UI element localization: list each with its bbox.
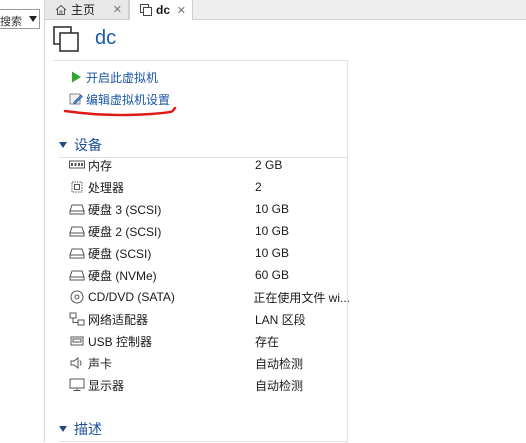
- edit-settings-icon: [69, 92, 83, 106]
- sound-card-icon: [69, 356, 85, 370]
- device-value: 存在: [255, 334, 280, 349]
- close-icon[interactable]: ✕: [177, 4, 186, 17]
- description-section-header[interactable]: 描述: [59, 419, 102, 439]
- device-name: 网络适配器: [88, 312, 149, 327]
- tab-home[interactable]: 主页 ✕: [45, 0, 129, 19]
- memory-icon: [69, 158, 85, 172]
- device-row-cpu[interactable]: 处理器 2: [69, 176, 349, 198]
- device-row-hard-disk-nvme[interactable]: 硬盘 (NVMe) 60 GB: [69, 264, 349, 286]
- red-annotation-underline: [63, 106, 177, 117]
- play-icon: [69, 70, 83, 84]
- device-row-display[interactable]: 显示器 自动检测: [69, 374, 349, 396]
- device-name: 硬盘 2 (SCSI): [88, 224, 162, 239]
- device-row-usb-controller[interactable]: USB 控制器 存在: [69, 330, 349, 352]
- collapse-chevron-icon[interactable]: [59, 142, 67, 148]
- device-name: 显示器: [88, 378, 125, 393]
- vm-icon: [53, 26, 79, 52]
- device-row-network-adapter[interactable]: 网络适配器 LAN 区段: [69, 308, 349, 330]
- panel-divider: [347, 60, 348, 442]
- usb-icon: [69, 334, 85, 348]
- device-row-memory[interactable]: 内存 2 GB: [69, 154, 349, 176]
- hard-disk-icon: [69, 268, 85, 282]
- device-value: LAN 区段: [255, 312, 306, 327]
- device-row-hard-disk-3[interactable]: 硬盘 3 (SCSI) 10 GB: [69, 198, 349, 220]
- tab-dc[interactable]: dc ✕: [129, 0, 193, 20]
- home-icon: [55, 4, 67, 16]
- device-name: USB 控制器: [88, 334, 153, 349]
- cpu-icon: [69, 180, 85, 194]
- library-search-text: 搜索: [0, 16, 22, 28]
- device-name: 内存: [88, 158, 113, 173]
- device-name: 硬盘 3 (SCSI): [88, 202, 162, 217]
- monitor-icon: [69, 378, 85, 392]
- hard-disk-icon: [69, 246, 85, 260]
- device-value: 正在使用文件 wi...: [253, 290, 349, 305]
- device-row-sound-card[interactable]: 声卡 自动检测: [69, 352, 349, 374]
- power-on-vm-label: 开启此虚拟机: [86, 70, 159, 85]
- hard-disk-icon: [69, 202, 85, 216]
- device-value: 10 GB: [255, 202, 290, 216]
- search-dropdown-icon[interactable]: [29, 16, 37, 22]
- device-value: 60 GB: [255, 268, 290, 282]
- vm-summary-panel: 开启此虚拟机 编辑虚拟机设置 设备 内存 2 GB 处理器 2 硬盘 3 (SC…: [53, 60, 349, 443]
- vm-title: dc: [95, 27, 117, 49]
- cd-dvd-icon: [69, 290, 85, 304]
- device-value: 自动检测: [255, 356, 304, 371]
- device-value: 2: [255, 180, 262, 194]
- devices-section-header[interactable]: 设备: [59, 135, 102, 155]
- close-icon[interactable]: ✕: [113, 3, 122, 16]
- tab-bar: 主页 ✕ dc ✕: [45, 0, 526, 20]
- collapse-chevron-icon[interactable]: [59, 426, 67, 432]
- device-value: 2 GB: [255, 158, 283, 172]
- vm-icon: [140, 4, 152, 16]
- hard-disk-icon: [69, 224, 85, 238]
- tab-dc-label: dc: [156, 3, 171, 17]
- device-row-hard-disk-scsi[interactable]: 硬盘 (SCSI) 10 GB: [69, 242, 349, 264]
- device-name: 硬盘 (NVMe): [88, 268, 157, 283]
- description-section-title: 描述: [74, 421, 102, 437]
- network-adapter-icon: [69, 312, 85, 326]
- tab-home-label: 主页: [71, 3, 96, 17]
- device-row-cd-dvd[interactable]: CD/DVD (SATA) 正在使用文件 wi...: [69, 286, 349, 308]
- device-value: 自动检测: [255, 378, 304, 393]
- library-sidebar: 搜索: [0, 0, 45, 442]
- device-name: CD/DVD (SATA): [88, 290, 175, 304]
- device-value: 10 GB: [255, 246, 290, 260]
- device-value: 10 GB: [255, 224, 290, 238]
- device-name: 声卡: [88, 356, 113, 371]
- library-search-input[interactable]: 搜索: [0, 9, 40, 29]
- device-name: 硬盘 (SCSI): [88, 246, 152, 261]
- device-name: 处理器: [88, 180, 125, 195]
- devices-section-title: 设备: [74, 137, 102, 153]
- power-on-vm-link[interactable]: 开启此虚拟机: [69, 69, 158, 85]
- device-row-hard-disk-2[interactable]: 硬盘 2 (SCSI) 10 GB: [69, 220, 349, 242]
